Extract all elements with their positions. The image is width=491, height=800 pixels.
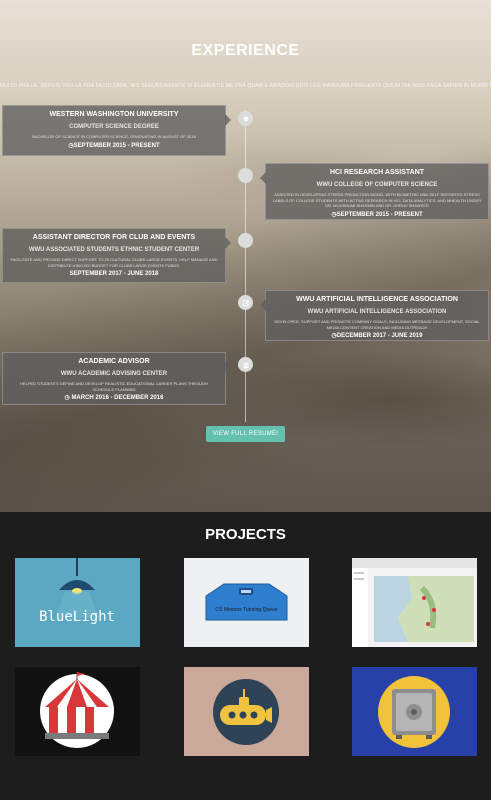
projects-section: PROJECTS BlueLight CS Mentors Tutoring Q…: [0, 512, 491, 800]
experience-section: EXPERIENCE MUITO PRA LÁ, DEPOIS VOU LÁ P…: [0, 0, 491, 512]
card-org: WWU COLLEGE OF COMPUTER SCIENCE: [316, 182, 438, 188]
card-title: HCI RESEARCH ASSISTANT: [329, 169, 425, 176]
view-resume-button[interactable]: VIEW FULL RESUMÉ!: [206, 426, 285, 442]
map-app-thumbnail: [352, 558, 477, 647]
experience-title: EXPERIENCE: [191, 42, 300, 59]
vault-thumbnail: [352, 667, 477, 756]
circle-icon: [238, 233, 253, 248]
timeline-card-wwu: WESTERN WASHINGTON UNIVERSITY COMPUTER S…: [2, 105, 231, 156]
submarine-thumbnail: [184, 667, 309, 756]
card-org: COMPUTER SCIENCE DEGREE: [69, 124, 159, 130]
card-title: WWU ARTIFICIAL INTELLIGENCE ASSOCIATION: [296, 296, 458, 303]
timeline-card-club-events: ASSISTANT DIRECTOR FOR CLUB AND EVENTS W…: [2, 228, 231, 283]
circle-icon: [238, 168, 253, 183]
card-date: SEPTEMBER 2017 - JUNE 2018: [69, 271, 159, 277]
card-title: WESTERN WASHINGTON UNIVERSITY: [49, 111, 179, 118]
experience-subtitle: MUITO PRA LÁ, DEPOIS VOU LÁ PRA FACULDAD…: [0, 83, 491, 89]
cs-mentors-label: CS Mentors Tutoring Queue: [215, 607, 277, 613]
card-org: WWU ACADEMIC ADVISING CENTER: [60, 371, 168, 377]
card-desc: ASSISTED IN DEVELOPING STRESS PREDICTION…: [272, 192, 482, 208]
circus-thumbnail: [15, 667, 140, 756]
bluelight-thumbnail: BlueLight: [15, 558, 140, 647]
card-org: WWU ASSOCIATED STUDENTS ETHNIC STUDENT C…: [28, 247, 200, 253]
card-desc: HELPED STUDENTS DEFINE AND DEVELOP REALI…: [20, 381, 208, 392]
card-title: ACADEMIC ADVISOR: [78, 358, 150, 365]
project-tile-circus[interactable]: [15, 667, 140, 756]
card-date: ◷SEPTEMBER 2015 - PRESENT: [68, 142, 160, 149]
card-date: ◷DECEMBER 2017 - JUNE 2019: [331, 333, 423, 339]
projects-title: PROJECTS: [205, 526, 286, 543]
bluelight-logo-text: BlueLight: [39, 609, 115, 625]
card-title: ASSISTANT DIRECTOR FOR CLUB AND EVENTS: [32, 234, 196, 241]
timeline-line: [245, 110, 246, 422]
edit-icon: [238, 295, 253, 310]
project-tile-cs-mentors[interactable]: CS Mentors Tutoring Queue: [184, 558, 309, 647]
project-tile-submarine[interactable]: [184, 667, 309, 756]
building-icon: [238, 357, 253, 372]
timeline-card-hci: HCI RESEARCH ASSISTANT WWU COLLEGE OF CO…: [260, 163, 489, 220]
card-desc: BACHELOR OF SCIENCE IN COMPUTER SCIENCE,…: [32, 134, 196, 139]
card-org: WWU ARTIFICIAL INTELLIGENCE ASSOCIATION: [307, 309, 447, 315]
project-tile-vault[interactable]: [352, 667, 477, 756]
cs-mentors-thumbnail: CS Mentors Tutoring Queue: [184, 558, 309, 647]
card-desc: DEVELOPED, SUPPORT AND PROMOTE COMPANY G…: [274, 319, 480, 330]
timeline-card-academic-advisor: ACADEMIC ADVISOR WWU ACADEMIC ADVISING C…: [2, 352, 231, 405]
card-desc: FACILITATE AND PROVIDE DIRECT SUPPORT TO…: [10, 257, 218, 268]
project-tile-bluelight[interactable]: BlueLight: [15, 558, 140, 647]
card-date: ◷ MARCH 2016 - DECEMBER 2016: [64, 395, 164, 401]
card-date: ◷SEPTEMBER 2015 - PRESENT: [331, 211, 423, 218]
timeline-card-ai-association: WWU ARTIFICIAL INTELLIGENCE ASSOCIATION …: [260, 290, 489, 341]
graduation-cap-icon: [238, 111, 253, 126]
project-tile-map-app[interactable]: [352, 558, 477, 647]
